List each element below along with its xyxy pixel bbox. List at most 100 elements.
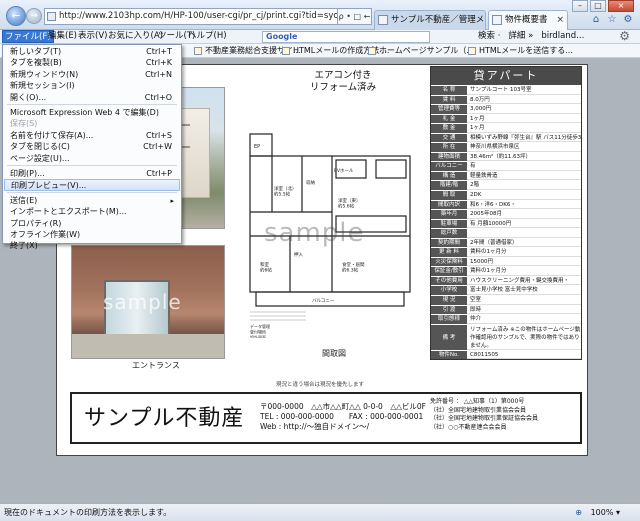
property-row: バルコニー有 — [431, 161, 581, 171]
property-key: 取引態様 — [431, 315, 467, 324]
property-key: 現 況 — [431, 296, 467, 305]
search-command[interactable]: 検索 · — [478, 30, 500, 43]
tab-favicon-icon — [378, 15, 388, 25]
address-text: http://www.2103hp.com/H/HP-100/user-cgi/… — [59, 11, 338, 21]
tab-admin-menu[interactable]: サンプル不動産／管理メニュー — [374, 10, 486, 30]
file-menu-item[interactable]: ページ設定(U)... — [4, 153, 180, 165]
property-value: 1ヶ月 — [467, 114, 581, 124]
plan-legend: データ管理受付場所設計図面 — [250, 323, 270, 338]
file-menu-item-label: 開く(O)... — [10, 92, 47, 102]
property-row: 交 通相模いずみ野線『弥生台』駅 バス11分徒歩3分 — [431, 132, 581, 143]
property-value: 2年間（普通借家） — [467, 238, 581, 248]
file-menu-item[interactable]: タブを閉じる(C) Ctrl+W — [4, 141, 180, 153]
tab-label: サンプル不動産／管理メニュー — [391, 15, 485, 25]
close-button[interactable]: × — [608, 0, 634, 12]
property-row: 間 取 2DK — [431, 190, 581, 200]
forward-button[interactable]: → — [26, 8, 42, 24]
company-address-line: 〒000-0000 △△市△△町△△ 0-0-0 △△ビル0F — [260, 402, 426, 411]
property-row: 間取内訳 和6・洋6・DK6・ — [431, 199, 581, 210]
property-value: 15000円 — [467, 257, 581, 267]
property-row: 礼 金 1ヶ月 — [431, 113, 581, 124]
property-key: 駐車場 — [431, 219, 467, 229]
property-value: 2005年08月 — [467, 210, 581, 219]
zoom-level[interactable]: 100% ▾ — [591, 504, 620, 521]
file-menu-item[interactable]: 送信(E) ▸ — [4, 195, 180, 207]
file-menu-item[interactable]: 新規ウィンドウ(N) Ctrl+N — [4, 69, 180, 81]
plan-watermark: sample — [264, 218, 365, 248]
file-menu-item[interactable]: 名前を付けて保存(A)... Ctrl+S — [4, 130, 180, 142]
property-value: 賃料の1ヶ月分 — [467, 267, 581, 276]
property-key: 管理費等 — [431, 105, 467, 114]
file-menu-item[interactable]: プロパティ(R) — [4, 218, 180, 230]
property-value: 38.46m²（約11.63坪） — [467, 152, 581, 162]
maximize-button[interactable]: □ — [590, 0, 606, 12]
plan-note: 現況と違う場合は現況を優先します — [276, 382, 365, 388]
forward-arrow-icon: → — [30, 11, 38, 21]
address-tools[interactable]: ρ • □ ← — [338, 8, 372, 25]
menu-edit[interactable]: 編集(E) — [46, 30, 79, 43]
file-menu-item[interactable]: Microsoft Expression Web 4 で編集(D) — [4, 107, 180, 119]
property-value: 空室 — [467, 296, 581, 305]
favorite-item[interactable]: ホームページサンプル（... — [368, 44, 474, 58]
file-menu-item[interactable]: タブを複製(B) Ctrl+K — [4, 57, 180, 69]
star-icon[interactable]: ☆ — [606, 14, 618, 26]
file-menu-shortcut: Ctrl+O — [144, 92, 172, 102]
file-menu-shortcut: Ctrl+S — [145, 130, 172, 140]
menu-bar: ファイル(F) 編集(E) 表示(V) お気に入り(A) ツール(T) ヘルプ(… — [0, 30, 640, 44]
file-menu-item[interactable]: 印刷プレビュー(V)... — [4, 179, 180, 192]
settings-wrench-icon[interactable]: ⚙ — [619, 30, 630, 43]
property-row-note: 備 考 リフォーム済み ※この物件はホームページ動作確認用のサンプルで、実際の物… — [431, 323, 581, 350]
file-menu-item[interactable]: 開く(O)... Ctrl+O — [4, 92, 180, 104]
property-title: 貸アパート — [431, 67, 581, 85]
property-key: 間取内訳 — [431, 200, 467, 210]
property-row: 所 在神奈川県横浜市泉区 — [431, 142, 581, 152]
plan-label-balcony: バルコニー — [312, 298, 335, 304]
zoom-icon[interactable]: ⊕ — [575, 504, 582, 521]
favorite-label: ホームページサンプル（... — [379, 46, 474, 55]
file-menu-item-label: 印刷(P)... — [10, 169, 45, 178]
address-bar[interactable]: http://www.2103hp.com/H/HP-100/user-cgi/… — [44, 8, 338, 25]
status-text: 現在のドキュメントの印刷方法を表示します。 — [4, 508, 172, 517]
more-command[interactable]: 詳細 » — [508, 30, 533, 43]
file-menu-item-label: タブを複製(B) — [10, 58, 62, 68]
property-value: リフォーム済み ※この物件はホームページ動作確認用のサンプルで、実際の物件ではあ… — [467, 324, 581, 350]
gear-icon[interactable]: ⚙ — [622, 14, 634, 26]
property-value: ハウスクリーニング費用・鍵交換費用・ — [467, 276, 581, 286]
property-row: 敷 金 1ヶ月 — [431, 123, 581, 133]
plan-title-line: エアコン付き — [314, 70, 372, 81]
home-icon[interactable]: ⌂ — [590, 14, 602, 26]
file-menu-item-label: 名前を付けて保存(A)... — [10, 130, 94, 140]
property-value: 1ヶ月 — [467, 124, 581, 133]
menu-view[interactable]: 表示(V) — [76, 30, 109, 43]
file-menu-shortcut: Ctrl+W — [143, 142, 172, 152]
file-menu-item[interactable]: 新しいタブ(T) Ctrl+T — [4, 46, 180, 58]
property-key: 契約期間 — [431, 238, 467, 248]
account-command[interactable]: birdland... — [541, 30, 584, 43]
menu-help[interactable]: ヘルプ(H) — [186, 30, 229, 43]
property-value: 仲介 — [467, 315, 581, 324]
file-menu-item[interactable]: 新規セッション(I) — [4, 80, 180, 92]
window-controls: – □ × — [572, 0, 634, 12]
file-menu-item[interactable]: 印刷(P)... Ctrl+P — [4, 168, 180, 180]
favorite-page-icon — [368, 47, 376, 55]
minimize-button[interactable]: – — [572, 0, 588, 12]
property-value: 和6・洋6・DK6・ — [467, 200, 581, 210]
favorite-item[interactable]: HTMLメールを送信する... — [468, 44, 573, 58]
tab-favicon-icon — [492, 15, 502, 25]
submenu-arrow-icon: ▸ — [170, 196, 174, 205]
property-key: 階建/階 — [431, 181, 467, 191]
property-key: 引 渡 — [431, 305, 467, 315]
file-menu-item[interactable]: オフライン作業(W) — [4, 229, 180, 241]
property-key: 名 称 — [431, 86, 467, 95]
property-row: 小学校 富士見小学校 富士見中学校 — [431, 285, 581, 296]
file-menu-item[interactable]: 終了(X) — [4, 240, 180, 252]
tab-property-summary[interactable]: 物件概要書 × — [488, 10, 568, 30]
property-key: 敷 金 — [431, 124, 467, 133]
google-label: Google — [266, 32, 298, 41]
tab-close-icon[interactable]: × — [556, 11, 564, 29]
back-button[interactable]: ← — [6, 6, 26, 26]
property-key: 賃 料 — [431, 95, 467, 105]
google-search-input[interactable]: Google — [262, 31, 430, 43]
file-menu-item[interactable]: インポートとエクスポート(M)... — [4, 206, 180, 218]
file-menu-item-label: タブを閉じる(C) — [10, 142, 70, 152]
